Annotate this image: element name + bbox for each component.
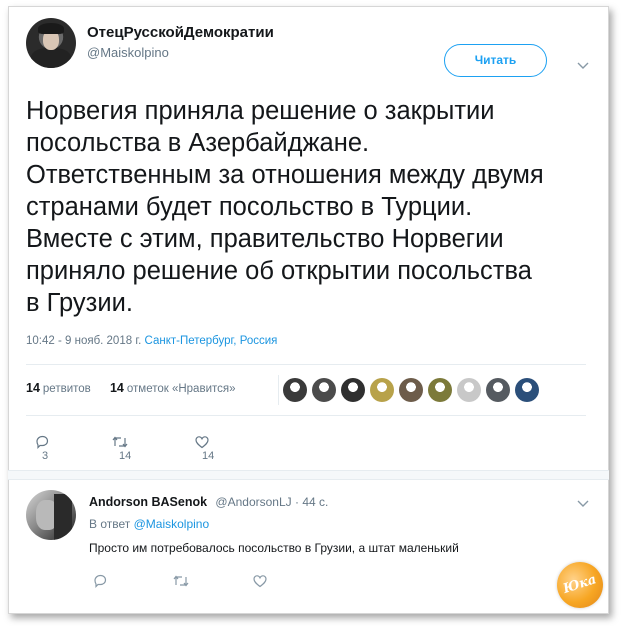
reply-reply-action[interactable]	[92, 573, 108, 589]
reply-header: Andorson BASenok @AndorsonLJ · 44 с.	[89, 495, 328, 509]
liker-avatar[interactable]	[283, 378, 307, 402]
liker-avatar[interactable]	[457, 378, 481, 402]
like-count: 14	[202, 450, 215, 462]
retweet-action[interactable]: 14	[111, 434, 131, 462]
author-avatar[interactable]	[26, 18, 76, 68]
heart-icon	[195, 436, 209, 449]
reply-count: 3	[42, 450, 49, 462]
in-reply-handle[interactable]: @Maiskolpino	[134, 517, 210, 531]
reply-author-handle[interactable]: @AndorsonLJ	[215, 495, 291, 509]
chevron-down-icon[interactable]	[577, 496, 589, 511]
liker-avatar[interactable]	[341, 378, 365, 402]
tweet-location[interactable]: Санкт-Петербург, Россия	[145, 335, 278, 347]
reply-time[interactable]: · 44 с.	[295, 495, 328, 509]
liker-avatar[interactable]	[399, 378, 423, 402]
reply-icon	[36, 435, 49, 449]
reply-icon	[94, 574, 107, 588]
follow-button[interactable]: Читать	[444, 44, 547, 77]
retweet-count: 14	[119, 450, 132, 462]
author-handle[interactable]: @Maiskolpino	[87, 45, 169, 60]
divider	[26, 364, 586, 365]
divider	[26, 415, 586, 416]
tweet-meta: 10:42 - 9 нояб. 2018 г. Санкт-Петербург,…	[26, 335, 277, 347]
liker-avatar[interactable]	[486, 378, 510, 402]
likes-stat[interactable]: 14 отметок «Нравится»	[110, 381, 236, 395]
chevron-down-icon[interactable]	[577, 58, 589, 73]
liker-avatar[interactable]	[370, 378, 394, 402]
reply-author-name[interactable]: Andorson BASenok	[89, 495, 207, 509]
reply-retweet-action[interactable]	[172, 573, 190, 589]
reply-author-avatar[interactable]	[26, 490, 76, 540]
retweets-stat[interactable]: 14 ретвитов	[26, 381, 91, 395]
liker-avatar[interactable]	[428, 378, 452, 402]
in-reply-to: В ответ @Maiskolpino	[89, 517, 210, 531]
liker-avatar[interactable]	[515, 378, 539, 402]
stats-divider	[278, 375, 279, 405]
retweet-icon	[173, 575, 189, 587]
like-action[interactable]: 14	[194, 434, 214, 462]
tweet-stats: 14 ретвитов 14 отметок «Нравится»	[26, 381, 236, 395]
section-divider	[8, 470, 609, 480]
tweet-time[interactable]: 10:42 - 9 нояб. 2018 г.	[26, 335, 141, 347]
retweet-icon	[112, 436, 128, 448]
liker-avatar[interactable]	[312, 378, 336, 402]
reply-action[interactable]: 3	[34, 434, 50, 462]
reply-like-action[interactable]	[252, 573, 268, 589]
reply-text: Просто им потребовалось посольство в Гру…	[89, 541, 459, 555]
tweet-text: Норвегия приняла решение о закрытии посо…	[26, 97, 544, 317]
heart-icon	[253, 575, 267, 588]
author-name[interactable]: ОтецРусскойДемократии	[87, 24, 274, 41]
